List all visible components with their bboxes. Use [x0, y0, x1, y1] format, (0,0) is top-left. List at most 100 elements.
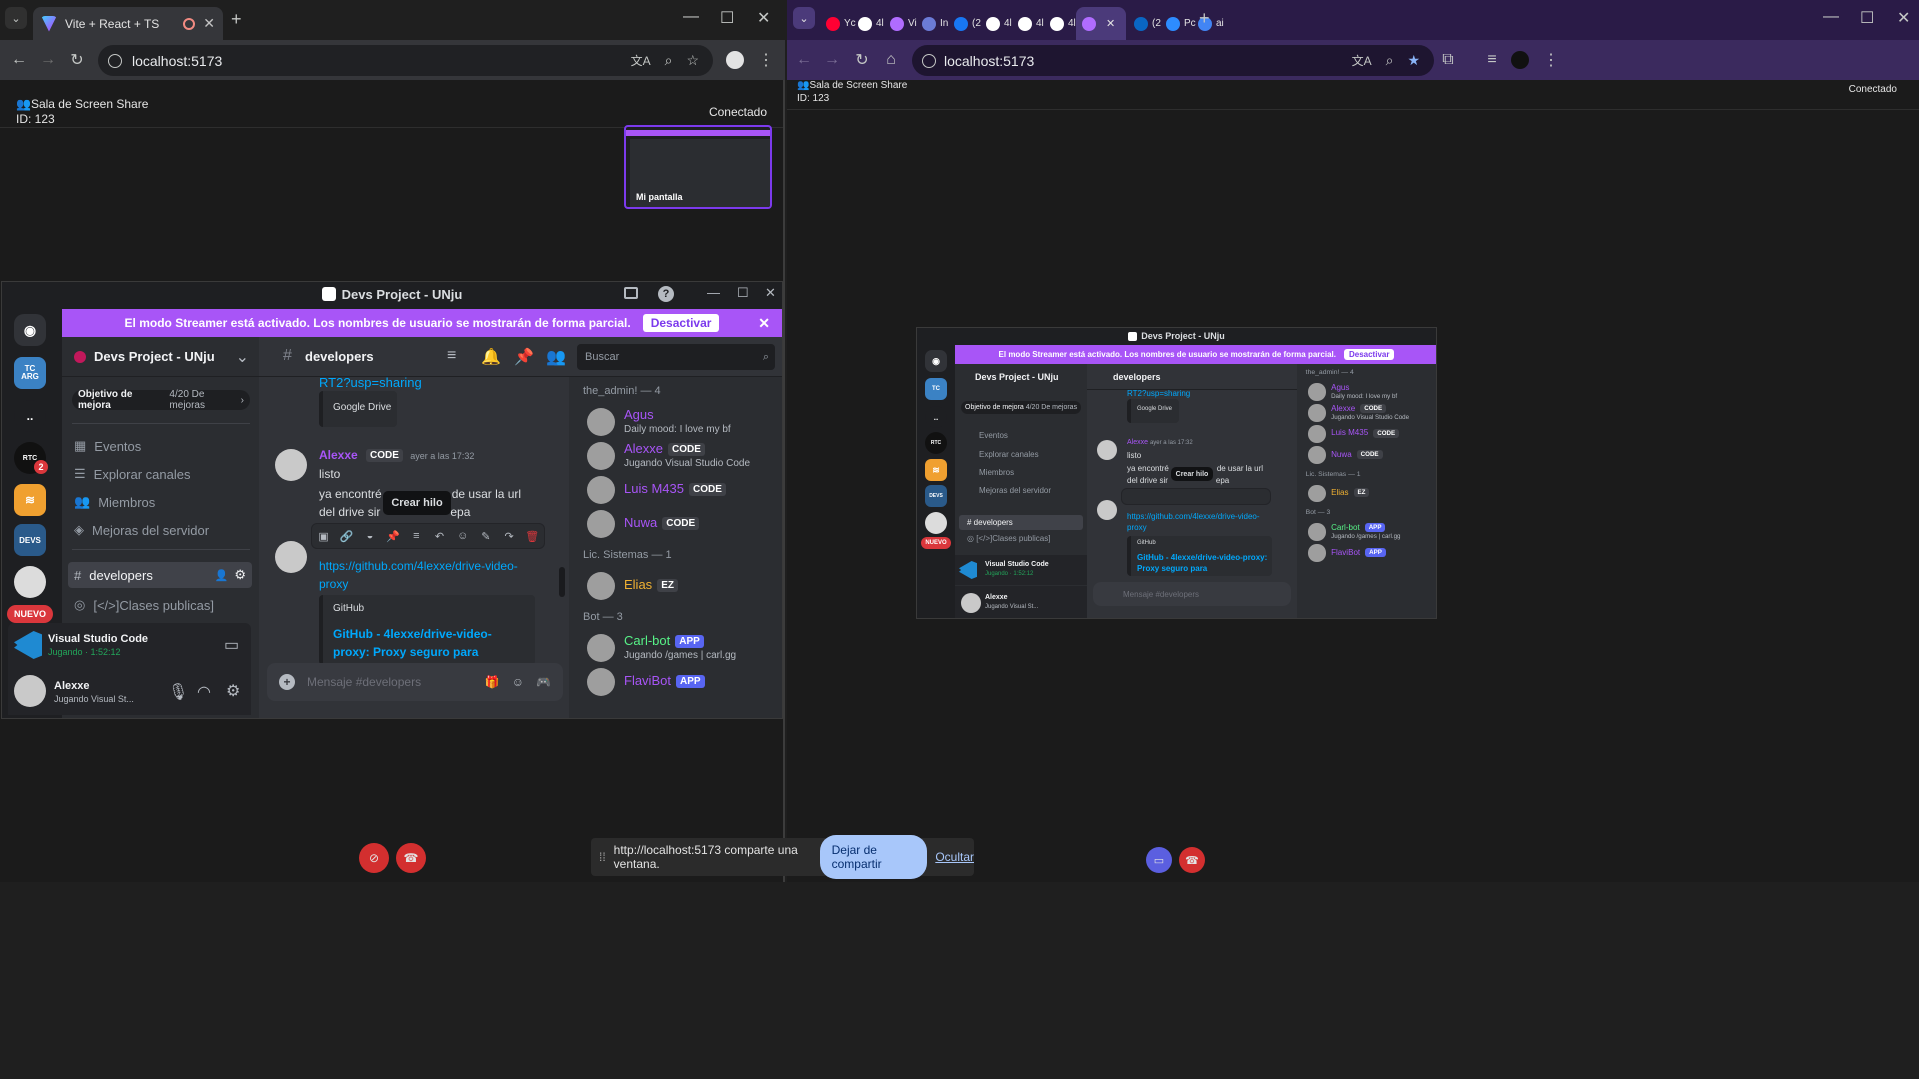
reload-icon[interactable]: ↻	[851, 49, 873, 71]
tab-search-icon[interactable]: ⌄	[5, 7, 27, 29]
translate-icon[interactable]: 文A	[631, 52, 651, 69]
member-item[interactable]: Luis M435 CODE	[1297, 424, 1436, 445]
maximize-icon[interactable]: ☐	[737, 285, 749, 301]
nav-mejoras[interactable]: ◈ Mejoras del servidor	[74, 522, 209, 538]
minimize-icon[interactable]: —	[1823, 8, 1839, 26]
channel-clases[interactable]: ◎ [</>]Clases publicas]	[74, 597, 214, 613]
new-tab-icon[interactable]: +	[1199, 8, 1210, 29]
member-item[interactable]: Elias EZ	[1297, 483, 1436, 504]
threads-icon[interactable]: ≡	[447, 347, 456, 365]
pin-icon[interactable]: 📌	[383, 526, 403, 546]
reply-icon[interactable]: ↶	[430, 526, 450, 546]
member-item[interactable]: Alexxe CODE Jugando Visual Studio Code	[569, 439, 782, 473]
browser-tab[interactable]: Yc	[820, 7, 856, 40]
browser-tab[interactable]: (2	[948, 7, 981, 40]
author-avatar[interactable]	[275, 449, 307, 481]
nav-eventos[interactable]: ▦ Eventos	[74, 438, 141, 454]
help-icon[interactable]: ?	[658, 286, 674, 302]
browser-tab[interactable]: In	[916, 7, 948, 40]
gift-icon[interactable]: 🎁	[485, 675, 500, 689]
member-item[interactable]: Carl-bot APP Jugando /games | carl.gg	[569, 631, 782, 665]
media-controls-icon[interactable]: ≡	[1481, 49, 1503, 71]
author-name[interactable]: Alexxe	[319, 448, 358, 462]
bookmark-star-icon[interactable]: ☆	[686, 52, 699, 69]
minimize-icon[interactable]: —	[707, 285, 720, 300]
headphones-icon[interactable]: ◠	[197, 682, 211, 702]
guild-dots[interactable]: ..	[14, 400, 46, 432]
forward-icon[interactable]: →	[821, 49, 843, 71]
settings-gear-icon[interactable]: ⚙	[226, 681, 240, 701]
drag-handle-icon[interactable]: ⁞⁞	[599, 850, 606, 864]
gear-icon[interactable]: ⚙	[234, 567, 246, 583]
close-banner-icon[interactable]: ✕	[758, 315, 770, 332]
member-item[interactable]: Agus Daily mood: I love my bf	[1297, 381, 1436, 402]
add-attachment-icon[interactable]: +	[279, 674, 295, 690]
add-member-icon[interactable]: 👤	[215, 569, 229, 582]
boost-goal[interactable]: Objetivo de mejora 4/20 De mejoras ›	[72, 389, 250, 411]
home-icon[interactable]: ⌂	[880, 49, 902, 71]
search-input[interactable]: Buscar ⌕	[577, 344, 775, 370]
browser-tab[interactable]: 4l	[1044, 7, 1076, 40]
back-icon[interactable]: ←	[8, 49, 30, 71]
browser-tab[interactable]: (2	[1128, 7, 1161, 40]
site-info-icon[interactable]	[108, 53, 122, 68]
new-tab-icon[interactable]: +	[231, 9, 242, 30]
reply-thread-icon[interactable]: ◒	[360, 526, 380, 546]
embed-title[interactable]: GitHub - 4lexxe/drive-video-proxy: Proxy…	[333, 625, 523, 661]
member-item[interactable]: Nuwa CODE	[1297, 445, 1436, 466]
close-window-icon[interactable]: ✕	[757, 8, 770, 28]
minimize-icon[interactable]: —	[683, 8, 699, 26]
message-link[interactable]: RT2?usp=sharing	[319, 377, 422, 390]
guild-anime[interactable]	[14, 566, 46, 598]
reload-icon[interactable]: ↻	[66, 49, 88, 71]
screen-share-button[interactable]: ▭	[1146, 847, 1172, 873]
avatar[interactable]	[14, 675, 46, 707]
site-info-icon[interactable]	[922, 53, 936, 68]
nav-explorar[interactable]: ☰ Explorar canales	[74, 466, 190, 482]
profile-avatar-icon[interactable]	[726, 51, 744, 69]
close-window-icon[interactable]: ✕	[1897, 8, 1910, 28]
emoji-icon[interactable]: ☺	[512, 675, 524, 689]
browser-tab[interactable]: Vi	[884, 7, 917, 40]
delete-icon[interactable]: 🗑	[522, 526, 542, 546]
tab-search-icon[interactable]: ⌄	[793, 7, 815, 29]
member-item[interactable]: Nuwa CODE	[569, 507, 782, 541]
pin-icon[interactable]: 📌	[514, 347, 534, 367]
github-link[interactable]: https://github.com/4lexxe/drive-video-pr…	[319, 557, 519, 593]
author-avatar[interactable]	[275, 541, 307, 573]
member-item[interactable]: FlaviBot APP	[1297, 543, 1436, 564]
edit-icon[interactable]: ✎	[476, 526, 496, 546]
forward-icon[interactable]: ↷	[499, 526, 519, 546]
member-item[interactable]: FlaviBot APP	[569, 665, 782, 699]
server-header[interactable]: Devs Project - UNju ⌄	[62, 337, 259, 377]
message-input[interactable]: + Mensaje #developers 🎁 ☺ 🎮	[267, 663, 563, 701]
browser-tab[interactable]: Pc	[1160, 7, 1196, 40]
address-bar[interactable]: localhost:5173 文A ⌕ ★	[912, 45, 1434, 76]
profile-avatar-icon[interactable]	[1511, 51, 1529, 69]
member-list-icon[interactable]: 👥	[546, 347, 566, 367]
guild-stack[interactable]: ≋	[14, 484, 46, 516]
guild-tc-arg[interactable]: TC ARG	[14, 357, 46, 389]
hang-up-button[interactable]: ☎	[1179, 847, 1205, 873]
bookmark-star-icon[interactable]: ★	[1407, 52, 1420, 69]
mic-icon[interactable]: 🎙	[168, 682, 188, 702]
create-thread-icon[interactable]: ≡	[406, 526, 426, 546]
inbox-icon[interactable]	[624, 287, 638, 299]
menu-icon[interactable]: ⋮	[1540, 49, 1562, 71]
stop-video-button[interactable]: ⊘	[359, 843, 389, 873]
member-item[interactable]: Luis M435 CODE	[569, 473, 782, 507]
translate-icon[interactable]: 文A	[1352, 52, 1372, 69]
member-item[interactable]: Carl-bot APP Jugando /games | carl.gg	[1297, 521, 1436, 542]
browser-tab[interactable]: 4l	[1012, 7, 1044, 40]
forward-icon[interactable]: →	[37, 49, 59, 71]
scrollbar[interactable]	[559, 567, 565, 597]
maximize-icon[interactable]: ☐	[720, 8, 734, 28]
address-bar[interactable]: localhost:5173 文A ⌕ ☆	[98, 45, 713, 76]
activities-icon[interactable]: 🎮	[536, 675, 551, 689]
member-item[interactable]: Elias EZ	[569, 569, 782, 603]
guild-devs[interactable]: DEVS	[14, 524, 46, 556]
browser-tab[interactable]: ✕	[1076, 7, 1126, 40]
hide-button[interactable]: Ocultar	[935, 850, 974, 864]
close-icon[interactable]: ✕	[765, 285, 776, 301]
link-icon[interactable]: 🔗	[337, 526, 357, 546]
